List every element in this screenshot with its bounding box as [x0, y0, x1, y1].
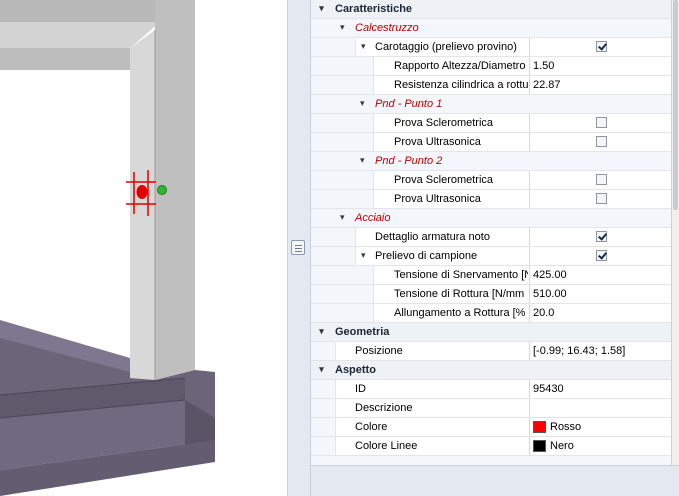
- property-label: Rapporto Altezza/Diametro: [394, 60, 526, 72]
- property-label: Dettaglio armatura noto: [375, 231, 490, 243]
- property-label: Posizione: [355, 345, 403, 357]
- property-value[interactable]: 20.0: [533, 307, 554, 319]
- dettaglio-checkbox[interactable]: [596, 231, 607, 242]
- ultrasonica-checkbox[interactable]: [596, 193, 607, 204]
- property-value[interactable]: [-0.99; 16.43; 1.58]: [533, 345, 625, 357]
- property-label: Allungamento a Rottura [%: [394, 307, 526, 319]
- property-label: Prova Sclerometrica: [394, 117, 494, 129]
- category-label: Caratteristiche: [335, 3, 413, 15]
- property-pnd2-ultrasonica[interactable]: Prova Ultrasonica: [311, 190, 671, 209]
- property-value[interactable]: Nero: [550, 440, 574, 452]
- panel-splitter[interactable]: [287, 0, 311, 496]
- splitter-handle-icon[interactable]: [291, 240, 305, 255]
- subcategory-label: Acciaio: [355, 212, 391, 224]
- property-colore[interactable]: Colore Rosso: [311, 418, 671, 437]
- property-colore-linee[interactable]: Colore Linee Nero: [311, 437, 671, 456]
- collapse-icon[interactable]: ▾: [360, 99, 365, 108]
- ultrasonica-checkbox[interactable]: [596, 136, 607, 147]
- color-swatch[interactable]: [533, 421, 546, 433]
- category-aspetto[interactable]: ▾ Aspetto: [311, 361, 671, 380]
- property-label: Colore Linee: [355, 440, 418, 452]
- property-label: Tensione di Snervamento [N: [394, 269, 528, 281]
- property-label: Prelievo di campione: [375, 250, 478, 262]
- selection-handle[interactable]: [157, 185, 167, 195]
- sclerometrica-checkbox[interactable]: [596, 117, 607, 128]
- category-label: Geometria: [335, 326, 390, 338]
- property-grid: ▾ Caratteristiche ▾ Calcestruzzo ▾ Carot…: [311, 0, 672, 465]
- subcategory-label: Calcestruzzo: [355, 22, 419, 34]
- property-id[interactable]: ID 95430: [311, 380, 671, 399]
- property-value[interactable]: 95430: [533, 383, 564, 395]
- property-snervamento[interactable]: Tensione di Snervamento [N 425.00: [311, 266, 671, 285]
- collapse-icon[interactable]: ▾: [360, 156, 365, 165]
- bottom-panel: [311, 465, 679, 496]
- collapse-icon[interactable]: ▾: [361, 251, 366, 260]
- property-label: Prova Sclerometrica: [394, 174, 494, 186]
- property-pnd2-sclerometrica[interactable]: Prova Sclerometrica: [311, 171, 671, 190]
- subcategory-label: Pnd - Punto 2: [375, 155, 443, 167]
- structure-model: [0, 0, 215, 496]
- property-label: Tensione di Rottura [N/mm: [394, 288, 525, 300]
- subcategory-acciaio[interactable]: ▾ Acciaio: [311, 209, 671, 228]
- property-value[interactable]: Rosso: [550, 421, 581, 433]
- property-value[interactable]: 425.00: [533, 269, 567, 281]
- property-value[interactable]: 510.00: [533, 288, 567, 300]
- property-resistenza[interactable]: Resistenza cilindrica a rottur 22.87: [311, 76, 671, 95]
- property-label: Resistenza cilindrica a rottur: [394, 79, 528, 91]
- property-posizione[interactable]: Posizione [-0.99; 16.43; 1.58]: [311, 342, 671, 361]
- scrollbar-thumb[interactable]: [673, 0, 678, 210]
- property-pnd1-ultrasonica[interactable]: Prova Ultrasonica: [311, 133, 671, 152]
- subcategory-pnd2[interactable]: ▾ Pnd - Punto 2: [311, 152, 671, 171]
- category-geometria[interactable]: ▾ Geometria: [311, 323, 671, 342]
- property-label: ID: [355, 383, 366, 395]
- property-value[interactable]: 1.50: [533, 60, 554, 72]
- carotaggio-checkbox[interactable]: [596, 41, 607, 52]
- subcategory-label: Pnd - Punto 1: [375, 98, 443, 110]
- subcategory-calcestruzzo[interactable]: ▾ Calcestruzzo: [311, 19, 671, 38]
- 3d-viewport[interactable]: [0, 0, 287, 496]
- collapse-icon[interactable]: ▾: [317, 327, 326, 336]
- category-label: Aspetto: [335, 364, 376, 376]
- collapse-icon[interactable]: ▾: [340, 23, 345, 32]
- property-prelievo-campione[interactable]: ▾ Prelievo di campione: [311, 247, 671, 266]
- property-pnd1-sclerometrica[interactable]: Prova Sclerometrica: [311, 114, 671, 133]
- vertical-scrollbar[interactable]: [672, 0, 679, 465]
- property-label: Prova Ultrasonica: [394, 193, 481, 205]
- collapse-icon[interactable]: ▾: [361, 42, 366, 51]
- collapse-icon[interactable]: ▾: [317, 4, 326, 13]
- collapse-icon[interactable]: ▾: [340, 213, 345, 222]
- sclerometrica-checkbox[interactable]: [596, 174, 607, 185]
- property-label: Descrizione: [355, 402, 413, 414]
- color-swatch[interactable]: [533, 440, 546, 452]
- property-dettaglio-armatura[interactable]: Dettaglio armatura noto: [311, 228, 671, 247]
- subcategory-pnd1[interactable]: ▾ Pnd - Punto 1: [311, 95, 671, 114]
- prelievo-checkbox[interactable]: [596, 250, 607, 261]
- property-rapporto[interactable]: Rapporto Altezza/Diametro 1.50: [311, 57, 671, 76]
- collapse-icon[interactable]: ▾: [317, 365, 326, 374]
- property-label: Colore: [355, 421, 388, 433]
- category-caratteristiche[interactable]: ▾ Caratteristiche: [311, 0, 671, 19]
- property-value[interactable]: 22.87: [533, 79, 561, 91]
- property-label: Carotaggio (prelievo provino): [375, 41, 517, 53]
- property-descrizione[interactable]: Descrizione: [311, 399, 671, 418]
- property-label: Prova Ultrasonica: [394, 136, 481, 148]
- property-rottura[interactable]: Tensione di Rottura [N/mm 510.00: [311, 285, 671, 304]
- property-allungamento[interactable]: Allungamento a Rottura [% 20.0: [311, 304, 671, 323]
- property-carotaggio[interactable]: ▾ Carotaggio (prelievo provino): [311, 38, 671, 57]
